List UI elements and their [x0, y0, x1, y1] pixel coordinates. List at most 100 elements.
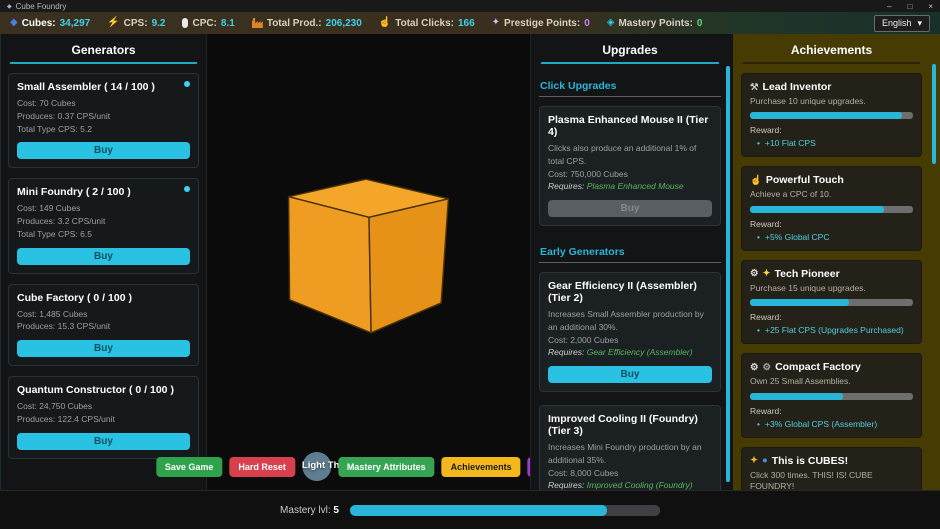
- buy-button[interactable]: Buy: [17, 340, 190, 357]
- gear-icon: ⚙: [750, 362, 759, 373]
- achievement-card-powerful-touch: ☝ Powerful Touch Achieve a CPC of 10. Re…: [741, 166, 922, 250]
- stat-cpc: CPC: 8.1: [182, 18, 234, 29]
- achievement-desc: Purchase 15 unique upgrades.: [750, 283, 913, 294]
- generator-cost: Cost: 70 Cubes: [17, 97, 190, 110]
- globe-icon: ●: [762, 455, 768, 466]
- generator-card-small-assembler: Small Assembler ( 14 / 100 ) Cost: 70 Cu…: [8, 73, 199, 168]
- generator-name: Mini Foundry ( 2 / 100 ): [17, 186, 190, 198]
- upgrade-cost: Cost: 750,000 Cubes: [548, 168, 712, 181]
- achievement-progress-bar: [750, 299, 913, 306]
- generator-produces: Produces: 15.3 CPS/unit: [17, 320, 190, 333]
- upgrade-desc: Increases Small Assembler production by …: [548, 308, 712, 334]
- mastery-gem-icon: ◈: [607, 18, 615, 28]
- reward-label: Reward:: [750, 406, 913, 416]
- hard-reset-button[interactable]: Hard Reset: [229, 457, 295, 477]
- upgrade-name: Improved Cooling II (Foundry) (Tier 3): [548, 413, 712, 437]
- app-window: ◆ Cube Foundry – □ × ◆ Cubes: 34,297 ⚡ C…: [0, 0, 940, 529]
- stat-mastery-points: ◈ Mastery Points: 0: [607, 18, 703, 29]
- language-dropdown[interactable]: English ▾: [874, 15, 930, 32]
- buy-button[interactable]: Buy: [17, 142, 190, 159]
- reward-label: Reward:: [750, 219, 913, 229]
- reward-value: •+5% Global CPC: [757, 232, 913, 242]
- stats-bar: ◆ Cubes: 34,297 ⚡ CPS: 9.2 CPC: 8.1 Tota…: [0, 12, 940, 34]
- window-title: Cube Foundry: [16, 2, 67, 11]
- stat-prestige-points: ✦ Prestige Points: 0: [492, 18, 590, 29]
- upgrade-desc: Clicks also produce an additional 1% of …: [548, 142, 712, 168]
- upgrade-cost: Cost: 8,000 Cubes: [548, 467, 712, 480]
- clickable-cube[interactable]: [286, 176, 451, 336]
- upgrade-requires: Requires: Plasma Enhanced Mouse: [548, 180, 712, 193]
- upgrade-card-improved-cooling-2: Improved Cooling II (Foundry) (Tier 3) I…: [539, 405, 721, 490]
- achievement-card-tech-pioneer: ⚙ ✦ Tech Pioneer Purchase 15 unique upgr…: [741, 260, 922, 344]
- generator-name: Cube Factory ( 0 / 100 ): [17, 292, 190, 304]
- achievement-progress-fill: [750, 299, 849, 306]
- lightning-icon: ⚡: [107, 18, 119, 28]
- achievements-title-rule: [743, 62, 920, 64]
- achievement-progress-bar: [750, 393, 913, 400]
- achievements-scrollbar[interactable]: [932, 64, 936, 164]
- upgrade-card-plasma-mouse-2: Plasma Enhanced Mouse II (Tier 4) Clicks…: [539, 106, 721, 226]
- achievement-desc: Achieve a CPC of 10.: [750, 189, 913, 200]
- reward-label: Reward:: [750, 312, 913, 322]
- upgrade-card-gear-efficiency-2: Gear Efficiency II (Assembler) (Tier 2) …: [539, 272, 721, 392]
- generator-cost: Cost: 1,485 Cubes: [17, 308, 190, 321]
- game-canvas: Save Game Hard Reset Light Theme Mastery…: [207, 34, 530, 490]
- stat-cubes: ◆ Cubes: 34,297: [10, 18, 90, 29]
- generator-produces: Produces: 122.4 CPS/unit: [17, 413, 190, 426]
- achievement-card-this-is-cubes: ✦ ● This is CUBES! Click 300 times. THIS…: [741, 447, 922, 490]
- upgrades-title: Upgrades: [539, 34, 721, 62]
- stat-total-prod: Total Prod.: 206,230: [252, 18, 362, 29]
- mastery-bottom-bar: Mastery lvl: 5: [0, 490, 940, 529]
- buy-button-disabled[interactable]: Buy: [548, 200, 712, 217]
- upgrade-cost: Cost: 2,000 Cubes: [548, 334, 712, 347]
- buy-button[interactable]: Buy: [17, 248, 190, 265]
- thumb-coin-icon: ☝: [750, 175, 762, 186]
- upgrade-requires: Requires: Improved Cooling (Foundry): [548, 479, 712, 490]
- achievement-name: Lead Inventor: [763, 81, 832, 93]
- achievements-button[interactable]: Achievements: [442, 457, 521, 477]
- affordable-indicator-dot: [184, 81, 190, 87]
- stat-cps: ⚡ CPS: 9.2: [107, 18, 165, 29]
- generator-card-cube-factory: Cube Factory ( 0 / 100 ) Cost: 1,485 Cub…: [8, 284, 199, 367]
- generator-produces: Produces: 0.37 CPS/unit: [17, 110, 190, 123]
- upgrade-desc: Increases Mini Foundry production by an …: [548, 441, 712, 467]
- achievement-desc: Purchase 10 unique upgrades.: [750, 96, 913, 107]
- save-game-button[interactable]: Save Game: [156, 457, 223, 477]
- upgrades-scrollbar[interactable]: [726, 66, 730, 482]
- maximize-button[interactable]: □: [907, 2, 912, 11]
- buy-button[interactable]: Buy: [17, 433, 190, 450]
- achievement-card-compact-factory: ⚙ ⚙ Compact Factory Own 25 Small Assembl…: [741, 353, 922, 437]
- generators-title-rule: [10, 62, 197, 64]
- factory-icon: [252, 18, 263, 28]
- generator-produces: Produces: 3.2 CPS/unit: [17, 215, 190, 228]
- cube-left-face[interactable]: [288, 197, 371, 333]
- titlebar: ◆ Cube Foundry – □ ×: [0, 0, 940, 12]
- buy-button[interactable]: Buy: [548, 366, 712, 383]
- achievements-title: Achievements: [741, 34, 922, 62]
- achievement-progress-fill: [750, 206, 884, 213]
- gear-icon: ⚙: [763, 362, 772, 373]
- generator-total-cps: Total Type CPS: 6.5: [17, 228, 190, 241]
- gear-icon: ⚙: [750, 268, 759, 279]
- mastery-level-value: 5: [333, 505, 339, 516]
- action-button-row: Save Game Hard Reset Light Theme Mastery…: [156, 452, 581, 481]
- generator-name: Quantum Constructor ( 0 / 100 ): [17, 384, 190, 396]
- achievement-card-lead-inventor: ⚒ Lead Inventor Purchase 10 unique upgra…: [741, 73, 922, 157]
- reward-value: •+10 Flat CPS: [757, 138, 913, 148]
- light-theme-button[interactable]: Light Theme: [302, 452, 331, 481]
- generator-total-cps: Total Type CPS: 5.2: [17, 123, 190, 136]
- generator-cost: Cost: 149 Cubes: [17, 202, 190, 215]
- section-header-early-generators: Early Generators: [539, 239, 721, 263]
- upgrade-name: Gear Efficiency II (Assembler) (Tier 2): [548, 280, 712, 304]
- mastery-attributes-button[interactable]: Mastery Attributes: [338, 457, 435, 477]
- app-icon: ◆: [7, 3, 12, 10]
- cube-right-face[interactable]: [369, 199, 448, 333]
- generator-cost: Cost: 24,750 Cubes: [17, 400, 190, 413]
- generator-card-mini-foundry: Mini Foundry ( 2 / 100 ) Cost: 149 Cubes…: [8, 178, 199, 273]
- stat-total-clicks: ☝ Total Clicks: 166: [379, 18, 475, 29]
- achievement-name: Powerful Touch: [766, 174, 844, 186]
- minimize-button[interactable]: –: [887, 2, 891, 11]
- wrench-icon: ⚒: [750, 82, 759, 93]
- achievement-desc: Own 25 Small Assemblies.: [750, 376, 913, 387]
- close-button[interactable]: ×: [928, 2, 933, 11]
